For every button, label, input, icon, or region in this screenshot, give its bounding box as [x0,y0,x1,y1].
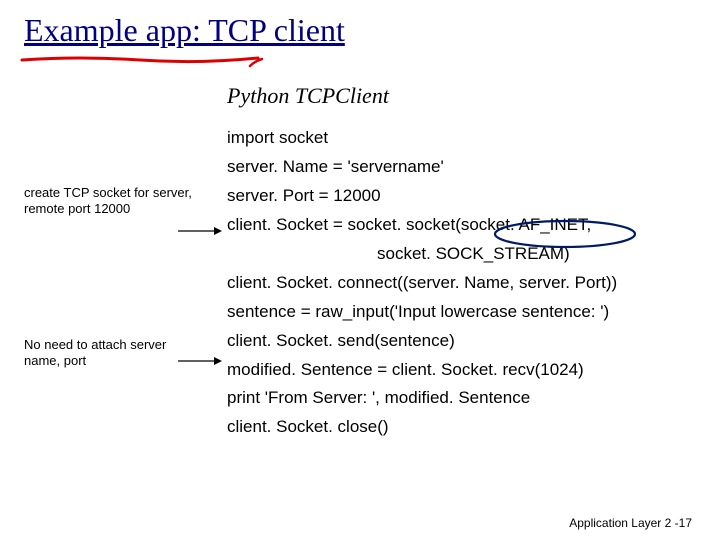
footer-text: Application Layer 2 -17 [569,516,692,530]
code-line-8: client. Socket. send(sentence) [227,327,696,356]
content-area: create TCP socket for server, remote por… [24,77,696,442]
slide: Example app: TCP client create TCP socke… [0,0,720,540]
annotation-create-socket: create TCP socket for server, remote por… [24,185,199,218]
hand-underline [20,54,270,72]
code-line-7: sentence = raw_input('Input lowercase se… [227,298,696,327]
code-subtitle: Python TCPClient [227,77,696,114]
code-line-10: print 'From Server: ', modified. Sentenc… [227,384,696,413]
annotation-no-attach: No need to attach server name, port [24,337,199,370]
code-line-4: client. Socket = socket. socket(socket. … [227,211,696,240]
code-line-9: modified. Sentence = client. Socket. rec… [227,356,696,385]
code-line-5: socket. SOCK_STREAM) [227,240,696,269]
page-title: Example app: TCP client [24,12,345,49]
code-line-3: server. Port = 12000 [227,182,696,211]
code-line-2: server. Name = 'servername' [227,153,696,182]
code-line-1: import socket [227,124,696,153]
code-line-6: client. Socket. connect((server. Name, s… [227,269,696,298]
code-column: Python TCPClient import socket server. N… [227,77,696,442]
code-line-11: client. Socket. close() [227,413,696,442]
annotations-column: create TCP socket for server, remote por… [24,77,227,442]
